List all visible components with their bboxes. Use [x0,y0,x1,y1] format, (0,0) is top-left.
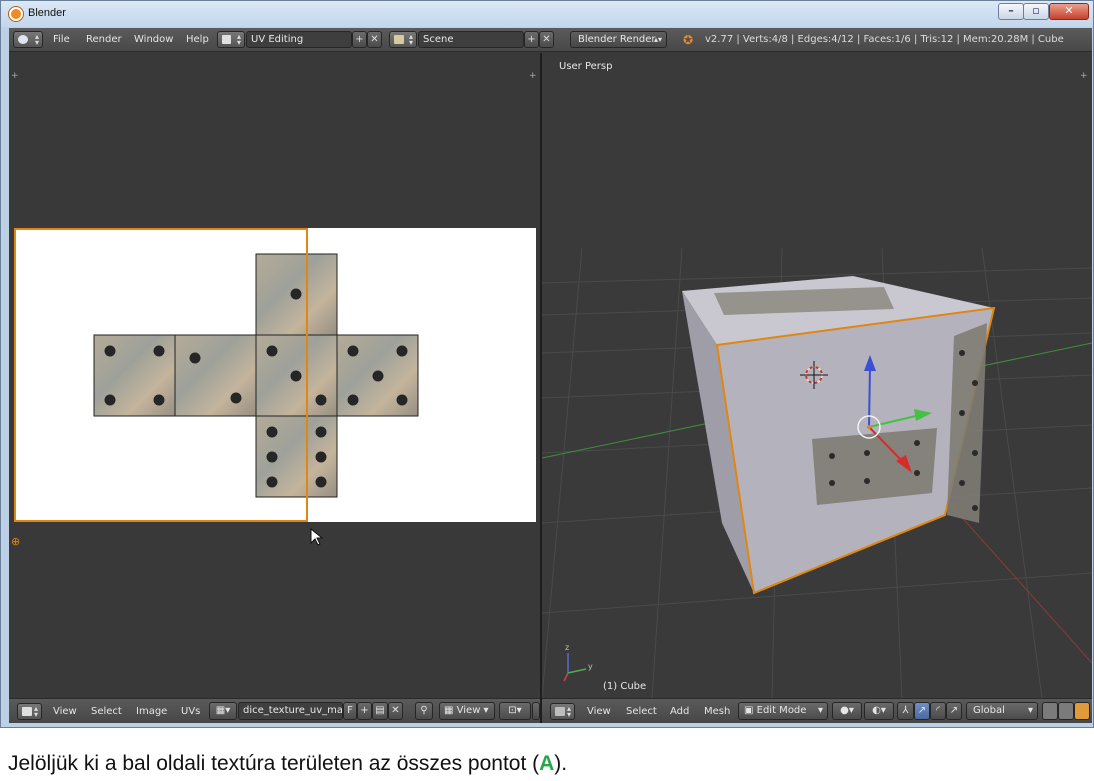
pivot-point-icon[interactable]: ⊡▾ [499,702,531,720]
pin-icon[interactable]: ⚲ [415,702,433,720]
caption-shortcut-key: A [539,752,555,775]
info-header: ▴ ▾ File Render Window Help ▴ ▾ UV Editing… [9,28,1092,52]
screen-layout-field[interactable]: UV Editing [246,31,352,48]
mouse-cursor-icon [310,528,324,546]
caption-text-end: ). [554,752,568,775]
dropdown-arrow-icon: ▴▾ [653,35,662,44]
uv-menu-select[interactable]: Select [91,706,122,717]
pivot-center-icon[interactable]: ◐▾ [864,702,894,720]
window-title: Blender [28,7,66,19]
delete-screen-icon[interactable]: ✕ [367,31,382,48]
axis-y-label: y [588,662,593,671]
new-image-icon[interactable]: + [357,702,372,720]
image-browse-icon[interactable]: ▦▾ [209,702,237,720]
unlink-image-icon[interactable]: ✕ [388,702,403,720]
minimize-button[interactable]: – [998,3,1024,20]
orientation-arrow-icon: ▾ [1027,705,1033,716]
info-editor-type-icon[interactable]: ▴ ▾ [13,31,43,48]
add-scene-icon[interactable]: + [524,31,539,48]
scene-field[interactable]: Scene [418,31,524,48]
3d-viewport-header: ▴ ▾ View Select Add Mesh ▣ Edit Mode ▾ ●▾ … [542,698,1092,723]
scene-icon[interactable]: ▴ ▾ [389,31,417,48]
menu-file[interactable]: File [53,34,70,45]
viewport-menu-view[interactable]: View [587,706,611,717]
delete-scene-icon[interactable]: ✕ [539,31,554,48]
mode-arrow-icon: ▾ [817,705,823,716]
menu-render[interactable]: Render [86,34,122,45]
uv-editor-header: ▴ ▾ View Select Image UVs ▦▾ dice_texture… [9,698,540,723]
toolshelf-toggle-icon[interactable]: + [11,71,19,81]
editor-type-icon[interactable]: ▴ ▾ [17,703,42,720]
uv-menu-image[interactable]: Image [136,706,167,717]
render-engine-label: Blender Render [578,34,656,45]
add-screen-icon[interactable]: + [352,31,367,48]
axis-z-label: z [565,643,569,652]
uv-menu-uvs[interactable]: UVs [181,706,200,717]
face-select-icon[interactable] [1074,702,1090,720]
active-object-label: (1) Cube [603,681,647,692]
maximize-button[interactable]: ▫ [1023,3,1049,20]
open-image-icon[interactable]: ▤ [372,702,388,720]
scene-statistics: v2.77 | Verts:4/8 | Edges:4/12 | Faces:1… [705,34,1064,45]
uv-menu-view[interactable]: View [53,706,77,717]
screen-layout-icon[interactable]: ▴ ▾ [217,31,245,48]
viewport-menu-select[interactable]: Select [626,706,657,717]
mode-dropdown[interactable]: ▣ Edit Mode ▾ [738,702,828,720]
image-name-field[interactable]: dice_texture_uv_ma... [238,702,343,720]
scale-manipulator-icon[interactable]: ↗ [946,702,962,720]
view-mode-label: View [456,705,481,716]
edge-select-icon[interactable] [1058,702,1074,720]
mode-label: Edit Mode [756,705,807,716]
view-mode-icon: ▦ [444,705,457,716]
blender-logo-icon [9,7,23,21]
vertex-select-icon[interactable] [1042,702,1058,720]
viewport-menu-mesh[interactable]: Mesh [704,706,730,717]
view-axis-widget: z y [563,643,593,682]
3d-viewport[interactable]: User Persp + z y (1) Cube [542,53,1092,698]
orientation-label: Global [973,705,1005,716]
viewport-scene: z y [542,247,1092,698]
caption-text: Jelöljük ki a bal oldali textúra terület… [8,752,540,775]
viewport-editor-type-icon[interactable]: ▴ ▾ [550,703,575,720]
view-mode-arrow-icon: ▾ [480,705,489,716]
properties-toggle-icon[interactable]: + [529,71,537,81]
viewport-menu-add[interactable]: Add [670,706,689,717]
uv-image-editor[interactable]: + + ⊕ [9,53,540,698]
blender-workspace: ▴ ▾ File Render Window Help ▴ ▾ UV Editing… [9,28,1092,723]
uv-face-selection-outline[interactable] [14,228,308,522]
viewport-shading-icon[interactable]: ●▾ [832,702,862,720]
close-button[interactable]: ✕ [1049,3,1089,20]
blender-window: Blender – ▫ ✕ ▴ ▾ File Render Window Help… [0,0,1094,728]
rotate-manipulator-icon[interactable]: ◜ [930,702,946,720]
snap-icon[interactable] [532,702,540,720]
uv-2d-cursor-icon[interactable]: ⊕ [11,535,20,548]
translate-manipulator-icon[interactable]: ↗ [914,702,930,720]
fake-user-button[interactable]: F [343,702,357,720]
blender-logo-small-icon: ✪ [683,33,694,47]
window-titlebar[interactable]: Blender – ▫ ✕ [1,1,1093,27]
view-mode-dropdown[interactable]: ▦ View ▾ [439,702,495,720]
tutorial-caption: Jelöljük ki a bal oldali textúra terület… [8,752,567,776]
render-engine-dropdown[interactable]: Blender Render ▴▾ [570,31,667,48]
edit-mode-icon: ▣ [744,705,757,716]
menu-help[interactable]: Help [186,34,209,45]
transform-orientation-dropdown[interactable]: Global ▾ [966,702,1038,720]
manipulator-toggle-icon[interactable]: ⅄ [897,702,914,720]
menu-window[interactable]: Window [134,34,173,45]
